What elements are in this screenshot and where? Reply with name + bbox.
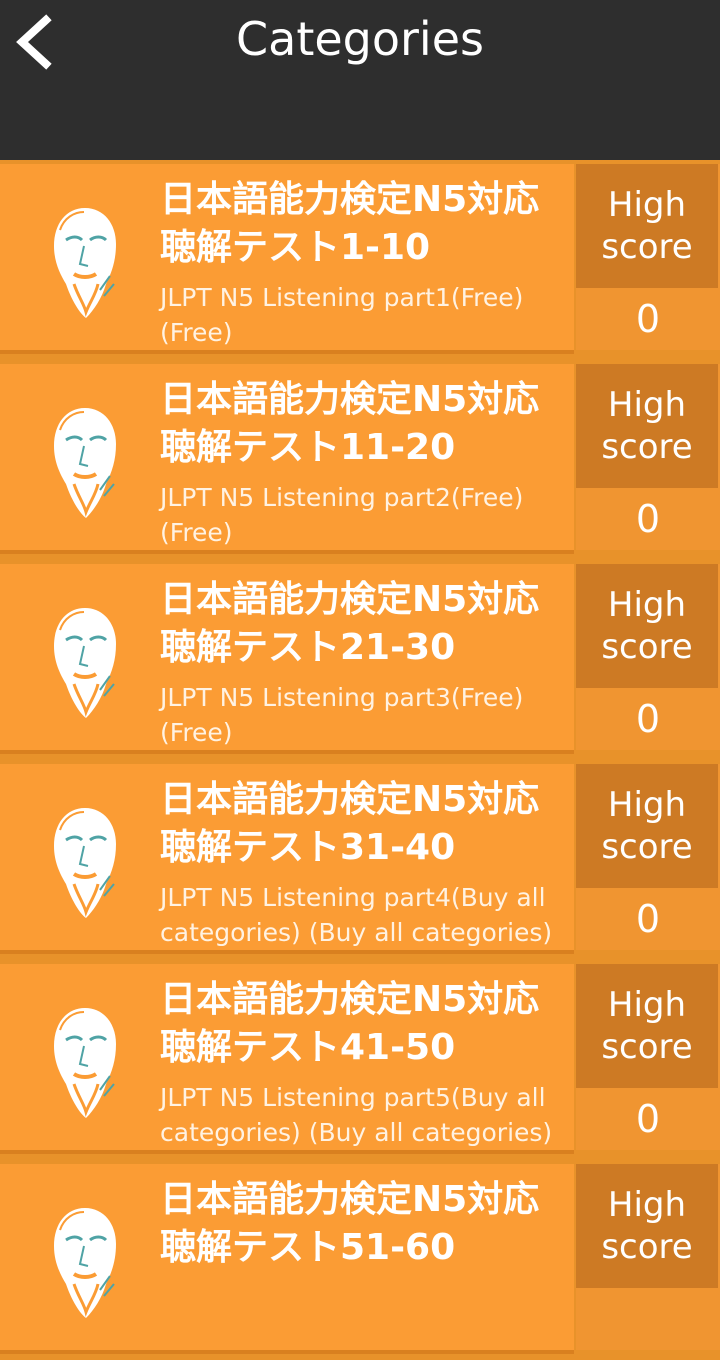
category-card[interactable]: 日本語能力検定N5対応聴解テスト41-50 JLPT N5 Listening … xyxy=(0,964,574,1150)
category-row-6[interactable]: 日本語能力検定N5対応聴解テスト51-60 High score xyxy=(0,1160,720,1360)
category-row-3[interactable]: 日本語能力検定N5対応聴解テスト21-30 JLPT N5 Listening … xyxy=(0,560,720,760)
category-title: 日本語能力検定N5対応聴解テスト41-50 xyxy=(160,979,540,1068)
category-subtitle: JLPT N5 Listening part3(Free) (Free) xyxy=(160,683,524,747)
category-row-5[interactable]: 日本語能力検定N5対応聴解テスト41-50 JLPT N5 Listening … xyxy=(0,960,720,1160)
category-subtitle: JLPT N5 Listening part2(Free) (Free) xyxy=(160,483,524,547)
category-title: 日本語能力検定N5対応聴解テスト31-40 xyxy=(160,779,540,868)
portrait-icon xyxy=(54,808,116,918)
high-score-box: High score 0 xyxy=(576,764,720,950)
high-score-label: High score xyxy=(576,964,718,1088)
high-score-box: High score 0 xyxy=(576,564,720,750)
high-score-box: High score xyxy=(576,1164,720,1350)
high-score-value xyxy=(576,1288,720,1350)
high-score-label: High score xyxy=(576,764,718,888)
high-score-label: High score xyxy=(576,164,718,288)
high-score-value: 0 xyxy=(635,1097,661,1141)
high-score-label: High score xyxy=(576,564,718,688)
header-bar: Categories xyxy=(0,0,720,160)
portrait-icon xyxy=(54,1208,116,1318)
high-score-value: 0 xyxy=(635,297,661,341)
category-title: 日本語能力検定N5対応聴解テスト21-30 xyxy=(160,579,540,668)
category-card[interactable]: 日本語能力検定N5対応聴解テスト51-60 xyxy=(0,1164,574,1350)
portrait-icon xyxy=(54,608,116,718)
high-score-label: High score xyxy=(576,364,718,488)
category-title: 日本語能力検定N5対応聴解テスト1-10 xyxy=(160,179,540,268)
category-title: 日本語能力検定N5対応聴解テスト51-60 xyxy=(160,1179,540,1268)
category-row-2[interactable]: 日本語能力検定N5対応聴解テスト11-20 JLPT N5 Listening … xyxy=(0,360,720,560)
high-score-value: 0 xyxy=(635,497,661,541)
category-subtitle: JLPT N5 Listening part1(Free) (Free) xyxy=(160,283,524,347)
category-card[interactable]: 日本語能力検定N5対応聴解テスト21-30 JLPT N5 Listening … xyxy=(0,564,574,750)
category-card[interactable]: 日本語能力検定N5対応聴解テスト11-20 JLPT N5 Listening … xyxy=(0,364,574,550)
page-title: Categories xyxy=(236,12,484,66)
category-card[interactable]: 日本語能力検定N5対応聴解テスト1-10 JLPT N5 Listening p… xyxy=(0,164,574,350)
category-list: 日本語能力検定N5対応聴解テスト1-10 JLPT N5 Listening p… xyxy=(0,160,720,1360)
high-score-box: High score 0 xyxy=(576,964,720,1150)
category-row-4[interactable]: 日本語能力検定N5対応聴解テスト31-40 JLPT N5 Listening … xyxy=(0,760,720,960)
category-card[interactable]: 日本語能力検定N5対応聴解テスト31-40 JLPT N5 Listening … xyxy=(0,764,574,950)
portrait-icon xyxy=(54,208,116,318)
category-row-1[interactable]: 日本語能力検定N5対応聴解テスト1-10 JLPT N5 Listening p… xyxy=(0,160,720,360)
high-score-box: High score 0 xyxy=(576,164,720,350)
portrait-icon xyxy=(54,408,116,518)
high-score-value: 0 xyxy=(635,897,661,941)
category-title: 日本語能力検定N5対応聴解テスト11-20 xyxy=(160,379,540,468)
high-score-box: High score 0 xyxy=(576,364,720,550)
high-score-label: High score xyxy=(576,1164,718,1288)
portrait-icon xyxy=(54,1008,116,1118)
category-subtitle: JLPT N5 Listening part5(Buy all categori… xyxy=(160,1083,553,1147)
category-subtitle: JLPT N5 Listening part4(Buy all categori… xyxy=(160,883,553,947)
high-score-value: 0 xyxy=(635,697,661,741)
